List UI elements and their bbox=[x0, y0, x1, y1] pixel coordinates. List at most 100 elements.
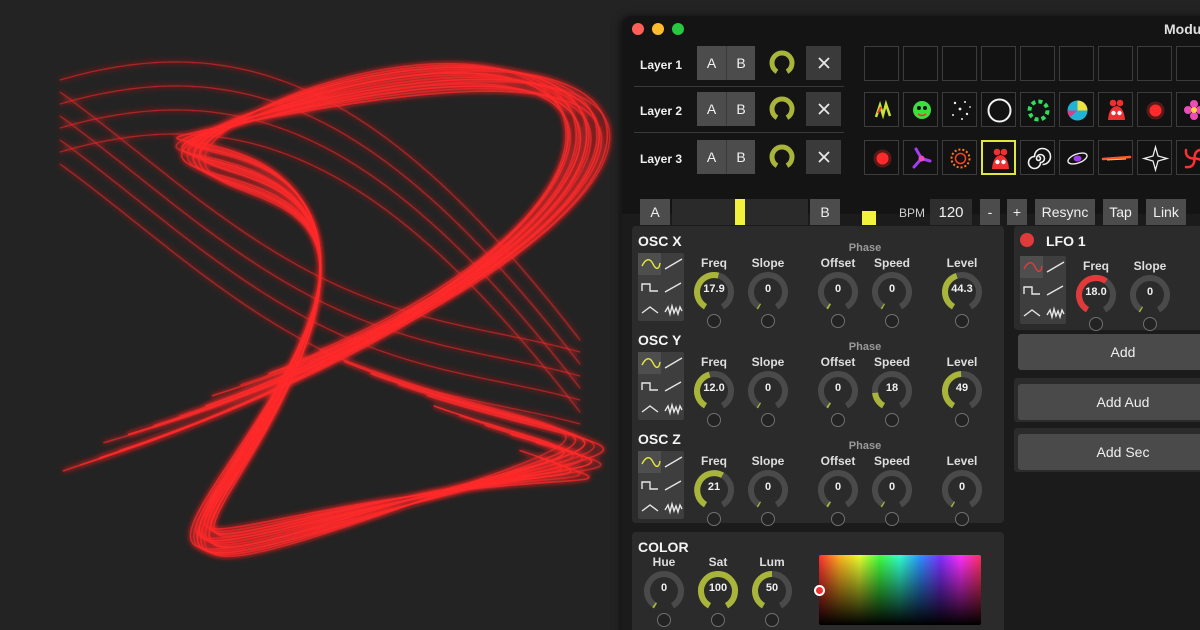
osc-2-speed-knob[interactable]: 18 bbox=[870, 369, 914, 413]
add-lfo-button[interactable]: Add bbox=[1018, 334, 1200, 370]
media-slot-green-face[interactable] bbox=[903, 92, 938, 127]
media-slot-red-dot[interactable] bbox=[864, 140, 899, 175]
media-slot-white-knot[interactable] bbox=[1059, 140, 1094, 175]
osc-3-wave-tri-button[interactable] bbox=[638, 497, 661, 519]
lfo-wave-ramp-button[interactable] bbox=[1043, 256, 1066, 278]
crossfader-handle[interactable] bbox=[735, 199, 745, 225]
osc-1-offset-knob-modulation-dot[interactable] bbox=[831, 314, 845, 328]
osc-3-freq-knob-modulation-dot[interactable] bbox=[707, 512, 721, 526]
osc-3-waveform-selector[interactable] bbox=[638, 451, 684, 519]
lfo-slope-knob[interactable]: 0 bbox=[1128, 273, 1172, 317]
osc-3-slope-knob-modulation-dot[interactable] bbox=[761, 512, 775, 526]
bpm-field[interactable]: 120 bbox=[930, 199, 972, 225]
osc-1-wave-square-button[interactable] bbox=[638, 276, 661, 298]
minimize-window-button[interactable] bbox=[652, 23, 664, 35]
osc-2-offset-knob[interactable]: 0 bbox=[816, 369, 860, 413]
osc-2-slope-knob[interactable]: 0 bbox=[746, 369, 790, 413]
osc-2-freq-knob[interactable]: 12.0 bbox=[692, 369, 736, 413]
tap-button[interactable]: Tap bbox=[1103, 199, 1138, 225]
osc-1-wave-saw-button[interactable] bbox=[661, 276, 684, 298]
link-button[interactable]: Link bbox=[1146, 199, 1186, 225]
osc-2-wave-ramp-button[interactable] bbox=[661, 352, 684, 374]
media-slot-empty[interactable] bbox=[1059, 46, 1094, 81]
osc-1-wave-sine-button[interactable] bbox=[638, 253, 661, 275]
color-hue-knob[interactable]: 0 bbox=[642, 569, 686, 613]
lfo-enable-indicator[interactable] bbox=[1020, 233, 1034, 247]
lfo-wave-noise-button[interactable] bbox=[1043, 302, 1066, 324]
media-slot-cyan-swirl[interactable] bbox=[1059, 92, 1094, 127]
media-slot-empty[interactable] bbox=[1176, 46, 1200, 81]
color-lum-knob[interactable]: 50 bbox=[750, 569, 794, 613]
lfo-freq-knob-modulation-dot[interactable] bbox=[1089, 317, 1103, 331]
media-slot-red-creature[interactable] bbox=[981, 140, 1016, 175]
osc-1-waveform-selector[interactable] bbox=[638, 253, 684, 321]
osc-3-wave-noise-button[interactable] bbox=[661, 497, 684, 519]
osc-3-level-knob[interactable]: 0 bbox=[940, 468, 984, 512]
media-slot-red-dot[interactable] bbox=[1137, 92, 1172, 127]
osc-2-wave-tri-button[interactable] bbox=[638, 398, 661, 420]
osc-1-speed-knob-modulation-dot[interactable] bbox=[885, 314, 899, 328]
resync-button[interactable]: Resync bbox=[1035, 199, 1095, 225]
add-sequence-button[interactable]: Add Sec bbox=[1018, 434, 1200, 470]
layer-3-opacity-ring[interactable] bbox=[768, 143, 796, 171]
media-slot-empty[interactable] bbox=[1020, 46, 1055, 81]
crossfader-track[interactable] bbox=[672, 199, 808, 225]
lfo-slope-knob-modulation-dot[interactable] bbox=[1143, 317, 1157, 331]
media-slot-empty[interactable] bbox=[1098, 46, 1133, 81]
crossfader-a-button[interactable]: A bbox=[640, 199, 670, 225]
osc-1-slope-knob[interactable]: 0 bbox=[746, 270, 790, 314]
osc-2-slope-knob-modulation-dot[interactable] bbox=[761, 413, 775, 427]
osc-1-level-knob-modulation-dot[interactable] bbox=[955, 314, 969, 328]
layer-1-b-button[interactable]: B bbox=[726, 46, 755, 80]
media-slot-white-star[interactable] bbox=[1137, 140, 1172, 175]
crossfader[interactable]: A B bbox=[640, 199, 843, 225]
osc-3-speed-knob-modulation-dot[interactable] bbox=[885, 512, 899, 526]
osc-1-freq-knob[interactable]: 17.9 bbox=[692, 270, 736, 314]
osc-2-level-knob[interactable]: 49 bbox=[940, 369, 984, 413]
color-picker-marker[interactable] bbox=[814, 585, 825, 596]
bpm-plus-button[interactable]: + bbox=[1007, 199, 1027, 225]
osc-3-slope-knob[interactable]: 0 bbox=[746, 468, 790, 512]
media-slot-green-squiggle[interactable] bbox=[864, 92, 899, 127]
media-slot-empty[interactable] bbox=[903, 46, 938, 81]
osc-1-offset-knob[interactable]: 0 bbox=[816, 270, 860, 314]
layer-2-clear-button[interactable] bbox=[806, 92, 841, 126]
osc-2-wave-square-button[interactable] bbox=[638, 375, 661, 397]
media-slot-empty[interactable] bbox=[864, 46, 899, 81]
osc-2-wave-noise-button[interactable] bbox=[661, 398, 684, 420]
osc-3-wave-sine-button[interactable] bbox=[638, 451, 661, 473]
layer-2-opacity-ring[interactable] bbox=[768, 95, 796, 123]
zoom-window-button[interactable] bbox=[672, 23, 684, 35]
osc-1-wave-noise-button[interactable] bbox=[661, 299, 684, 321]
lfo-wave-tri-button[interactable] bbox=[1020, 302, 1043, 324]
media-slot-orange-streak[interactable] bbox=[1098, 140, 1133, 175]
media-slot-red-creature[interactable] bbox=[1098, 92, 1133, 127]
osc-1-slope-knob-modulation-dot[interactable] bbox=[761, 314, 775, 328]
lfo-waveform-selector[interactable] bbox=[1020, 256, 1066, 324]
media-slot-white-circle[interactable] bbox=[981, 92, 1016, 127]
media-slot-empty[interactable] bbox=[981, 46, 1016, 81]
layer-1-a-button[interactable]: A bbox=[697, 46, 726, 80]
layer-2-b-button[interactable]: B bbox=[726, 92, 755, 126]
media-slot-purple-tripod[interactable] bbox=[903, 140, 938, 175]
osc-1-wave-ramp-button[interactable] bbox=[661, 253, 684, 275]
close-window-button[interactable] bbox=[632, 23, 644, 35]
color-sat-knob-modulation-dot[interactable] bbox=[711, 613, 725, 627]
media-slot-white-sparkles[interactable] bbox=[942, 92, 977, 127]
crossfader-b-button[interactable]: B bbox=[810, 199, 840, 225]
layer-1-clear-button[interactable] bbox=[806, 46, 841, 80]
osc-2-wave-saw-button[interactable] bbox=[661, 375, 684, 397]
add-audio-button[interactable]: Add Aud bbox=[1018, 384, 1200, 420]
media-slot-pink-flower[interactable] bbox=[1176, 92, 1200, 127]
layer-3-a-button[interactable]: A bbox=[697, 140, 726, 174]
osc-3-level-knob-modulation-dot[interactable] bbox=[955, 512, 969, 526]
osc-3-wave-saw-button[interactable] bbox=[661, 474, 684, 496]
osc-2-freq-knob-modulation-dot[interactable] bbox=[707, 413, 721, 427]
osc-1-level-knob[interactable]: 44.3 bbox=[940, 270, 984, 314]
color-sat-knob[interactable]: 100 bbox=[696, 569, 740, 613]
media-slot-orange-burst[interactable] bbox=[942, 140, 977, 175]
osc-3-freq-knob[interactable]: 21 bbox=[692, 468, 736, 512]
osc-1-wave-tri-button[interactable] bbox=[638, 299, 661, 321]
osc-3-speed-knob[interactable]: 0 bbox=[870, 468, 914, 512]
osc-3-offset-knob[interactable]: 0 bbox=[816, 468, 860, 512]
